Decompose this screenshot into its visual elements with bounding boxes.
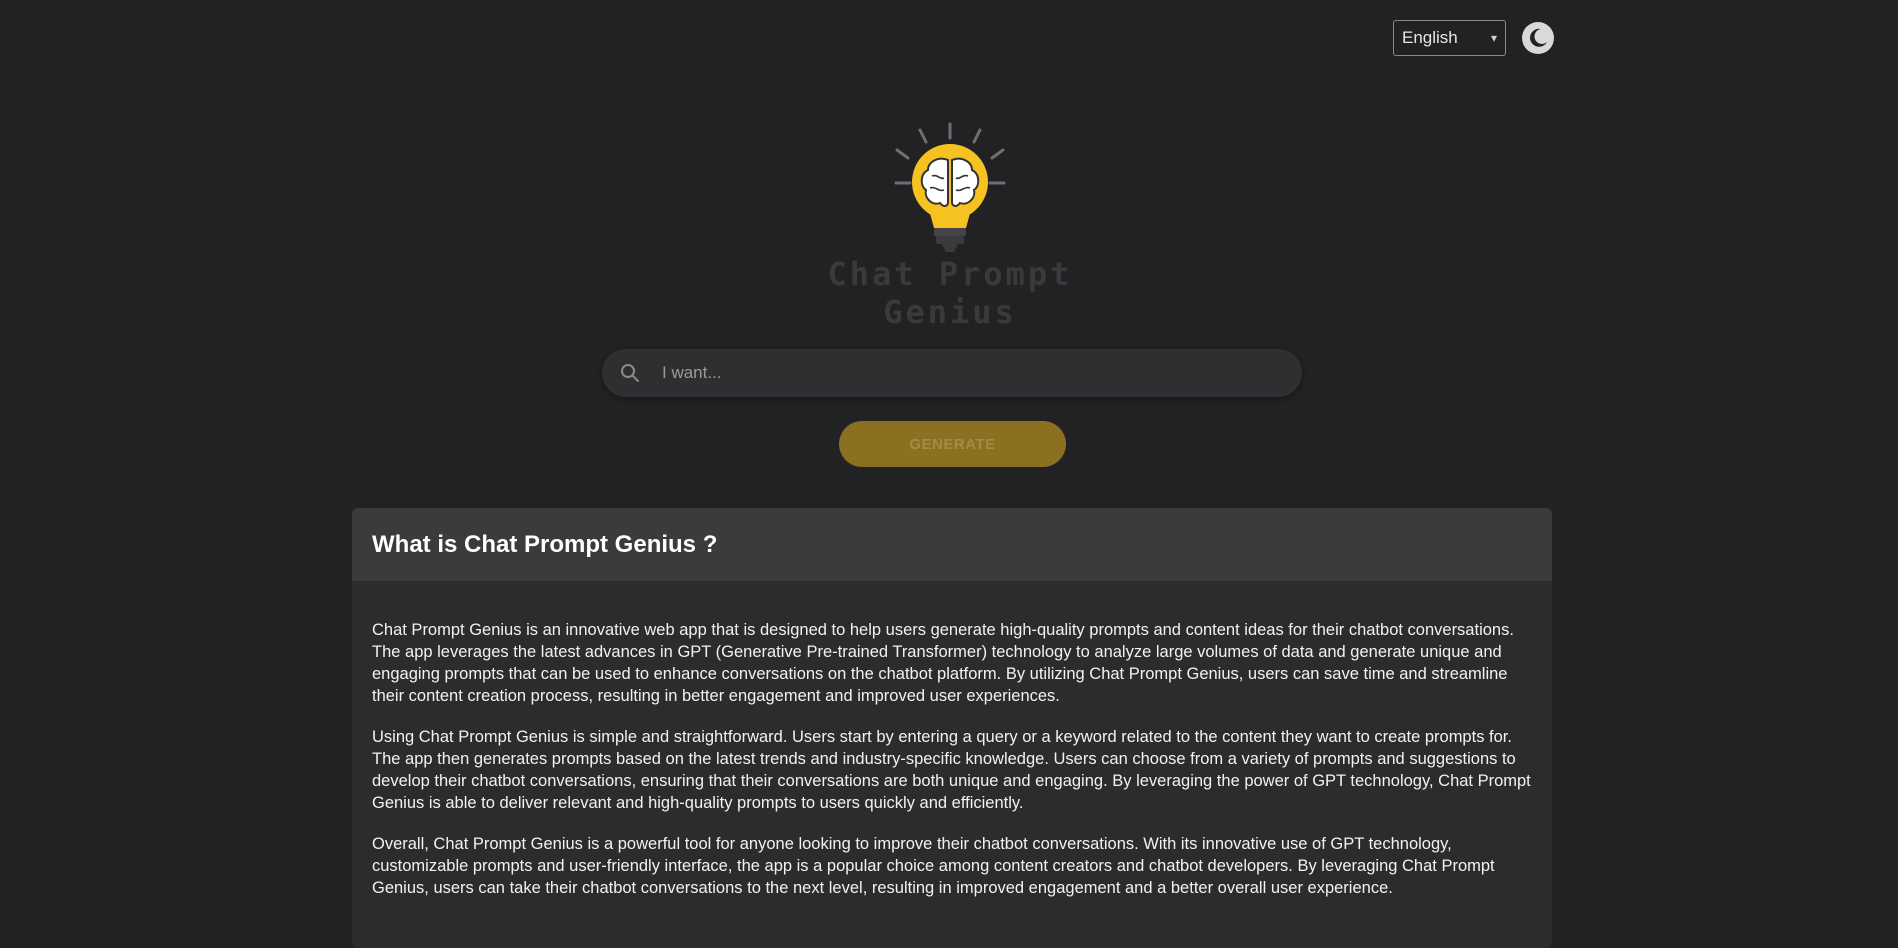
logo-text-line-2: Genius — [883, 293, 1017, 331]
about-card-body: Chat Prompt Genius is an innovative web … — [352, 581, 1552, 899]
about-card: What is Chat Prompt Genius ? Chat Prompt… — [352, 508, 1552, 948]
language-select[interactable]: English ▾ — [1393, 20, 1506, 56]
about-paragraph-2: Using Chat Prompt Genius is simple and s… — [372, 728, 1531, 812]
logo-text-line-1: Chat Prompt — [827, 255, 1073, 293]
search-bar — [602, 349, 1302, 397]
about-paragraph-3: Overall, Chat Prompt Genius is a powerfu… — [372, 835, 1495, 897]
top-bar: English ▾ — [1393, 20, 1554, 56]
generate-button[interactable]: GENERATE — [839, 421, 1066, 467]
about-title: What is Chat Prompt Genius ? — [372, 530, 718, 558]
logo-text: Chat Prompt Genius — [790, 255, 1110, 331]
about-card-header: What is Chat Prompt Genius ? — [352, 508, 1552, 581]
chevron-down-icon: ▾ — [1490, 31, 1497, 45]
search-input[interactable] — [660, 362, 1244, 384]
moon-icon — [1530, 28, 1547, 47]
search-icon — [621, 364, 639, 382]
theme-toggle-button[interactable] — [1522, 22, 1554, 54]
language-select-value: English — [1402, 28, 1458, 47]
about-paragraph-1: Chat Prompt Genius is an innovative web … — [372, 621, 1514, 705]
